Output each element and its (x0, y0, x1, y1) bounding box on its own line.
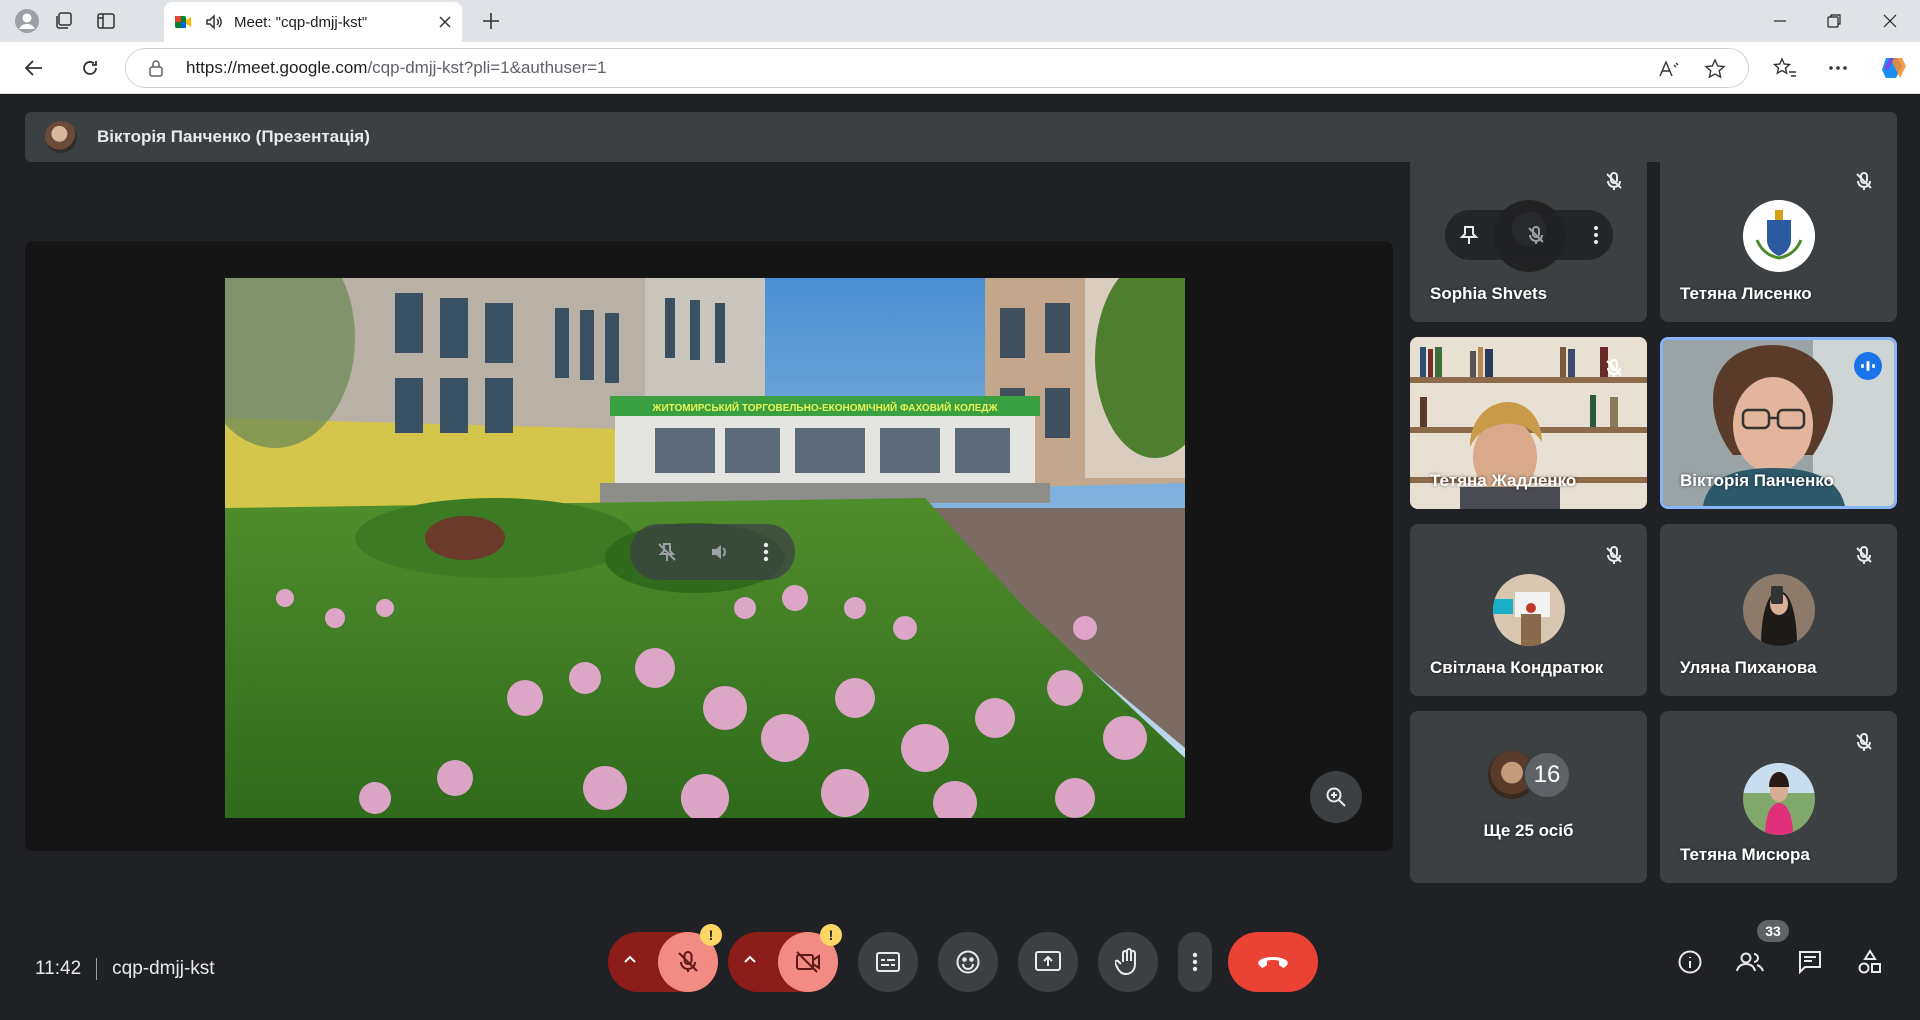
browser-toolbar: https://meet.google.com/cqp-dmjj-kst?pli… (0, 42, 1920, 94)
mic-off-icon (1603, 170, 1629, 196)
chat-button[interactable] (1790, 942, 1830, 982)
leave-call-button[interactable] (1228, 932, 1318, 992)
camera-control-group: ! (728, 924, 842, 992)
present-icon (1034, 950, 1062, 974)
people-button[interactable] (1730, 942, 1770, 982)
participant-tile[interactable]: Світлана Кондратюк (1410, 524, 1647, 696)
emoji-icon (955, 949, 981, 975)
raise-hand-icon (1115, 948, 1141, 976)
avatar (1743, 200, 1815, 272)
participant-count-badge: 16 (1523, 751, 1571, 799)
mic-off-icon (1603, 544, 1629, 570)
url-host: https://meet.google.com (186, 58, 368, 77)
tab-meet[interactable]: Meet: "cqp-dmjj-kst" (164, 2, 462, 42)
captions-icon (875, 951, 901, 973)
participant-name: Тетяна Лисенко (1680, 284, 1812, 303)
activities-button[interactable] (1850, 942, 1890, 982)
participant-tile[interactable]: Тетяна Мисюра (1660, 711, 1897, 883)
pin-icon[interactable] (1459, 224, 1479, 246)
participant-tile-active[interactable]: Вікторія Панченко (1660, 337, 1897, 509)
browser-tab-strip: Meet: "cqp-dmjj-kst" (0, 0, 1920, 42)
chat-icon (1797, 949, 1823, 975)
pin-icon[interactable] (656, 541, 678, 563)
people-icon (1735, 950, 1765, 974)
speaker-icon[interactable] (204, 12, 224, 32)
more-options-button[interactable] (1178, 932, 1212, 992)
volume-icon[interactable] (709, 541, 731, 563)
url-path: /cqp-dmjj-kst?pli=1&authuser=1 (367, 58, 607, 77)
favorites-icon[interactable] (1769, 52, 1801, 84)
warning-badge: ! (700, 924, 722, 946)
slide-sign: ЖИТОМИРСЬКИЙ ТОРГОВЕЛЬНО-ЕКОНОМІЧНИЙ ФАХ… (651, 401, 998, 414)
mic-options-chevron-icon[interactable] (622, 951, 638, 967)
warning-badge: ! (820, 924, 842, 946)
meet-app: Вікторія Панченко (Презентація) ЖИТОМИРС… (5, 94, 1920, 1020)
copilot-icon[interactable] (1878, 52, 1910, 84)
call-controls: ! ! 33 (5, 920, 1920, 1002)
participant-name: Sophia Shvets (1430, 284, 1548, 303)
more-options-icon (1192, 951, 1198, 973)
presentation-stage[interactable]: ЖИТОМИРСЬКИЙ ТОРГОВЕЛЬНО-ЕКОНОМІЧНИЙ ФАХ… (25, 241, 1393, 851)
workspaces-icon[interactable] (48, 6, 78, 36)
captions-button[interactable] (858, 932, 918, 992)
avatar (1743, 574, 1815, 646)
participant-tile[interactable]: Тетяна Жадленко (1410, 337, 1647, 509)
more-options-icon[interactable] (1593, 225, 1599, 245)
refresh-icon[interactable] (74, 52, 106, 84)
more-options-icon[interactable] (763, 541, 769, 563)
plus-icon[interactable] (476, 6, 506, 36)
back-icon[interactable] (18, 52, 50, 84)
mic-off-icon (1853, 170, 1879, 196)
mic-off-icon (1853, 731, 1879, 757)
presentation-controls (630, 524, 795, 580)
more-participants-tile[interactable]: 16 Ще 25 осіб (1410, 711, 1647, 883)
tab-title: Meet: "cqp-dmjj-kst" (234, 13, 368, 31)
participant-name: Ще 25 осіб (1483, 821, 1574, 840)
lock-icon[interactable] (148, 59, 164, 77)
participant-name: Вікторія Панченко (1680, 471, 1834, 490)
more-icon[interactable] (1822, 52, 1854, 84)
participant-tile[interactable]: Уляна Пиханова (1660, 524, 1897, 696)
mic-off-icon (675, 949, 701, 975)
close-window-icon[interactable] (1862, 0, 1918, 42)
star-icon[interactable] (1704, 58, 1726, 80)
mute-participant-icon[interactable] (1526, 225, 1546, 245)
profile-icon[interactable] (12, 6, 42, 36)
camera-options-chevron-icon[interactable] (742, 951, 758, 967)
mic-off-icon (1853, 544, 1879, 570)
activities-icon (1857, 949, 1883, 975)
people-count-badge: 33 (1757, 920, 1789, 942)
participant-name: Тетяна Жадленко (1430, 471, 1577, 490)
meet-logo-icon (174, 13, 192, 31)
avatar (1743, 763, 1815, 835)
avatar (45, 121, 77, 153)
raise-hand-button[interactable] (1098, 932, 1158, 992)
address-bar[interactable]: https://meet.google.com/cqp-dmjj-kst?pli… (125, 48, 1749, 88)
avatar (1493, 574, 1565, 646)
minimize-icon[interactable] (1752, 0, 1808, 42)
tab-actions-icon[interactable] (91, 6, 121, 36)
meeting-details-button[interactable] (1670, 942, 1710, 982)
participant-name: Світлана Кондратюк (1430, 658, 1604, 677)
camera-off-icon (794, 949, 822, 975)
emoji-reaction-button[interactable] (938, 932, 998, 992)
restore-icon[interactable] (1806, 0, 1862, 42)
present-screen-button[interactable] (1018, 932, 1078, 992)
read-aloud-icon[interactable] (1658, 59, 1680, 79)
participant-name: Уляна Пиханова (1680, 658, 1817, 677)
url-text: https://meet.google.com/cqp-dmjj-kst?pli… (186, 58, 607, 78)
tile-controls (1445, 210, 1613, 260)
close-icon[interactable] (438, 15, 452, 29)
speaking-indicator-icon (1854, 352, 1882, 380)
info-icon (1677, 949, 1703, 975)
presenter-label: Вікторія Панченко (Презентація) (97, 127, 370, 146)
participant-tile[interactable]: Sophia Shvets (1410, 150, 1647, 322)
mic-control-group: ! (608, 924, 722, 992)
participant-tile[interactable]: Тетяна Лисенко (1660, 150, 1897, 322)
participant-name: Тетяна Мисюра (1680, 845, 1810, 864)
mic-off-icon (1603, 357, 1629, 383)
zoom-icon[interactable] (1310, 771, 1362, 823)
end-call-icon (1257, 954, 1289, 970)
